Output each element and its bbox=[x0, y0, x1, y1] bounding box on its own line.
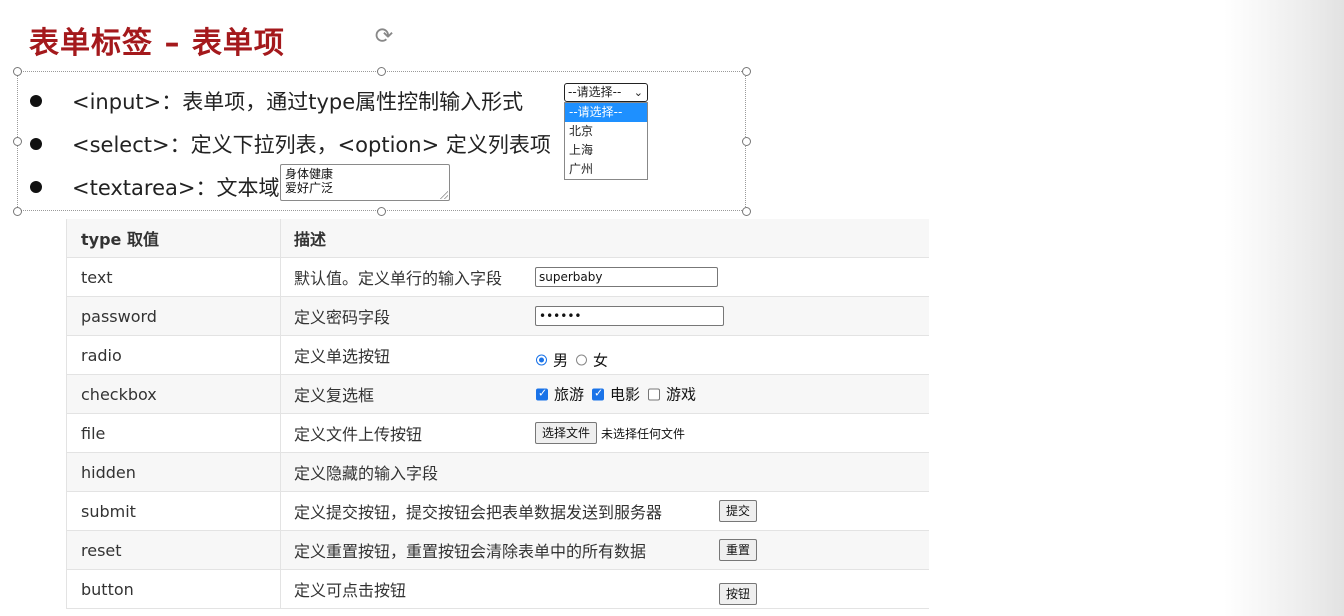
checkbox-label: 游戏 bbox=[666, 385, 697, 404]
bullet-text: <input>：表单项，通过type属性控制输入形式 bbox=[72, 90, 524, 114]
type-cell: submit bbox=[66, 491, 281, 531]
bullet-dot-icon bbox=[30, 181, 42, 193]
checkbox-label: 旅游 bbox=[554, 385, 585, 404]
table-row: file 定义文件上传按钮 选择文件 未选择任何文件 bbox=[66, 413, 929, 453]
textarea-demo[interactable]: 身体健康 爱好广泛 bbox=[280, 164, 450, 201]
desc-text: 定义密码字段 bbox=[294, 308, 391, 327]
select-option[interactable]: 广州 bbox=[565, 160, 647, 179]
file-status-text: 未选择任何文件 bbox=[601, 426, 686, 441]
desc-text: 默认值。定义单行的输入字段 bbox=[294, 269, 503, 288]
password-input-demo[interactable]: •••••• bbox=[535, 306, 724, 326]
select-option[interactable]: --请选择-- bbox=[565, 103, 647, 122]
generic-button[interactable]: 按钮 bbox=[719, 582, 758, 605]
column-header: 描述 bbox=[280, 219, 929, 258]
type-cell: file bbox=[66, 413, 281, 453]
resize-handle-bottom-left[interactable] bbox=[13, 207, 22, 216]
desc-cell: 定义单选按钮 男 女 bbox=[280, 335, 929, 375]
bullet-text: <textarea>：文本域 bbox=[72, 176, 280, 200]
bullet-item: <input>：表单项，通过type属性控制输入形式 bbox=[30, 86, 523, 116]
table-row: text 默认值。定义单行的输入字段 superbaby bbox=[66, 257, 929, 297]
resize-handle-right[interactable] bbox=[742, 137, 751, 146]
bullet-text: <select>：定义下拉列表，<option> 定义列表项 bbox=[72, 133, 551, 157]
desc-text: 定义文件上传按钮 bbox=[294, 425, 423, 444]
type-cell: hidden bbox=[66, 452, 281, 492]
table-row: submit 定义提交按钮，提交按钮会把表单数据发送到服务器 提交 bbox=[66, 491, 929, 531]
type-cell: text bbox=[66, 257, 281, 297]
resize-handle-bottom[interactable] bbox=[377, 207, 386, 216]
right-edge-shadow bbox=[1224, 0, 1344, 616]
select-value: --请选择-- bbox=[568, 85, 622, 99]
bullet-item: <textarea>：文本域 bbox=[30, 172, 279, 202]
radio-male[interactable] bbox=[536, 354, 547, 366]
radio-female[interactable] bbox=[576, 354, 588, 366]
desc-cell: 定义隐藏的输入字段 bbox=[280, 452, 929, 492]
type-cell: reset bbox=[66, 530, 281, 570]
bullet-dot-icon bbox=[30, 138, 42, 150]
type-cell: button bbox=[66, 569, 281, 609]
desc-text: 定义提交按钮，提交按钮会把表单数据发送到服务器 bbox=[294, 503, 663, 522]
resize-handle-top-left[interactable] bbox=[13, 67, 22, 76]
table-row: reset 定义重置按钮，重置按钮会清除表单中的所有数据 重置 bbox=[66, 530, 929, 570]
type-cell: radio bbox=[66, 335, 281, 375]
table-row: radio 定义单选按钮 男 女 bbox=[66, 335, 929, 375]
select-option[interactable]: 北京 bbox=[565, 122, 647, 141]
checkbox-label: 电影 bbox=[610, 385, 641, 404]
radio-label: 女 bbox=[593, 351, 609, 370]
table-row: password 定义密码字段 •••••• bbox=[66, 296, 929, 336]
slide-title: 表单标签 – 表单项 bbox=[29, 26, 285, 61]
select-dropdown-list: --请选择-- 北京 上海 广州 bbox=[564, 102, 648, 180]
desc-cell: 默认值。定义单行的输入字段 superbaby bbox=[280, 257, 929, 297]
reset-button[interactable]: 重置 bbox=[719, 539, 758, 561]
desc-text: 定义复选框 bbox=[294, 386, 375, 405]
table-row: hidden 定义隐藏的输入字段 bbox=[66, 452, 929, 492]
column-header: type 取值 bbox=[66, 219, 281, 258]
text-input-demo[interactable]: superbaby bbox=[535, 267, 718, 287]
desc-text: 定义重置按钮，重置按钮会清除表单中的所有数据 bbox=[294, 542, 647, 561]
input-type-table: type 取值 描述 text 默认值。定义单行的输入字段 superbaby … bbox=[66, 219, 929, 609]
radio-label: 男 bbox=[553, 351, 569, 370]
desc-cell: 定义密码字段 •••••• bbox=[280, 296, 929, 336]
table-row: checkbox 定义复选框 旅游 电影 游戏 bbox=[66, 374, 929, 414]
table-row: button 定义可点击按钮 按钮 bbox=[66, 569, 929, 609]
choose-file-button[interactable]: 选择文件 bbox=[535, 422, 598, 444]
desc-text: 定义可点击按钮 bbox=[294, 581, 407, 600]
desc-text: 定义单选按钮 bbox=[294, 347, 391, 366]
resize-grip-icon[interactable] bbox=[440, 191, 448, 199]
bullet-dot-icon bbox=[30, 95, 42, 107]
desc-cell: 定义复选框 旅游 电影 游戏 bbox=[280, 374, 929, 414]
type-cell: password bbox=[66, 296, 281, 336]
type-cell: checkbox bbox=[66, 374, 281, 414]
desc-cell: 定义可点击按钮 按钮 bbox=[280, 569, 929, 609]
rotate-icon[interactable]: ⟳ bbox=[371, 24, 397, 50]
resize-handle-left[interactable] bbox=[13, 137, 22, 146]
resize-handle-top-right[interactable] bbox=[742, 67, 751, 76]
textarea-line: 身体健康 bbox=[285, 167, 334, 181]
checkbox-movie[interactable] bbox=[592, 386, 605, 400]
chevron-down-icon: ⌄ bbox=[633, 86, 643, 99]
resize-handle-top[interactable] bbox=[377, 67, 386, 76]
desc-cell: 定义提交按钮，提交按钮会把表单数据发送到服务器 提交 bbox=[280, 491, 929, 531]
checkbox-travel[interactable] bbox=[536, 386, 548, 400]
table-header-row: type 取值 描述 bbox=[66, 219, 929, 258]
textarea-line: 爱好广泛 bbox=[285, 181, 334, 195]
resize-handle-bottom-right[interactable] bbox=[742, 207, 751, 216]
desc-cell: 定义文件上传按钮 选择文件 未选择任何文件 bbox=[280, 413, 929, 453]
bullet-item: <select>：定义下拉列表，<option> 定义列表项 bbox=[30, 129, 551, 159]
desc-cell: 定义重置按钮，重置按钮会清除表单中的所有数据 重置 bbox=[280, 530, 929, 570]
checkbox-game[interactable] bbox=[648, 388, 661, 400]
select-option[interactable]: 上海 bbox=[565, 141, 647, 160]
submit-button[interactable]: 提交 bbox=[719, 500, 758, 522]
desc-text: 定义隐藏的输入字段 bbox=[294, 464, 439, 483]
select-demo[interactable]: --请选择-- ⌄ bbox=[564, 83, 648, 102]
